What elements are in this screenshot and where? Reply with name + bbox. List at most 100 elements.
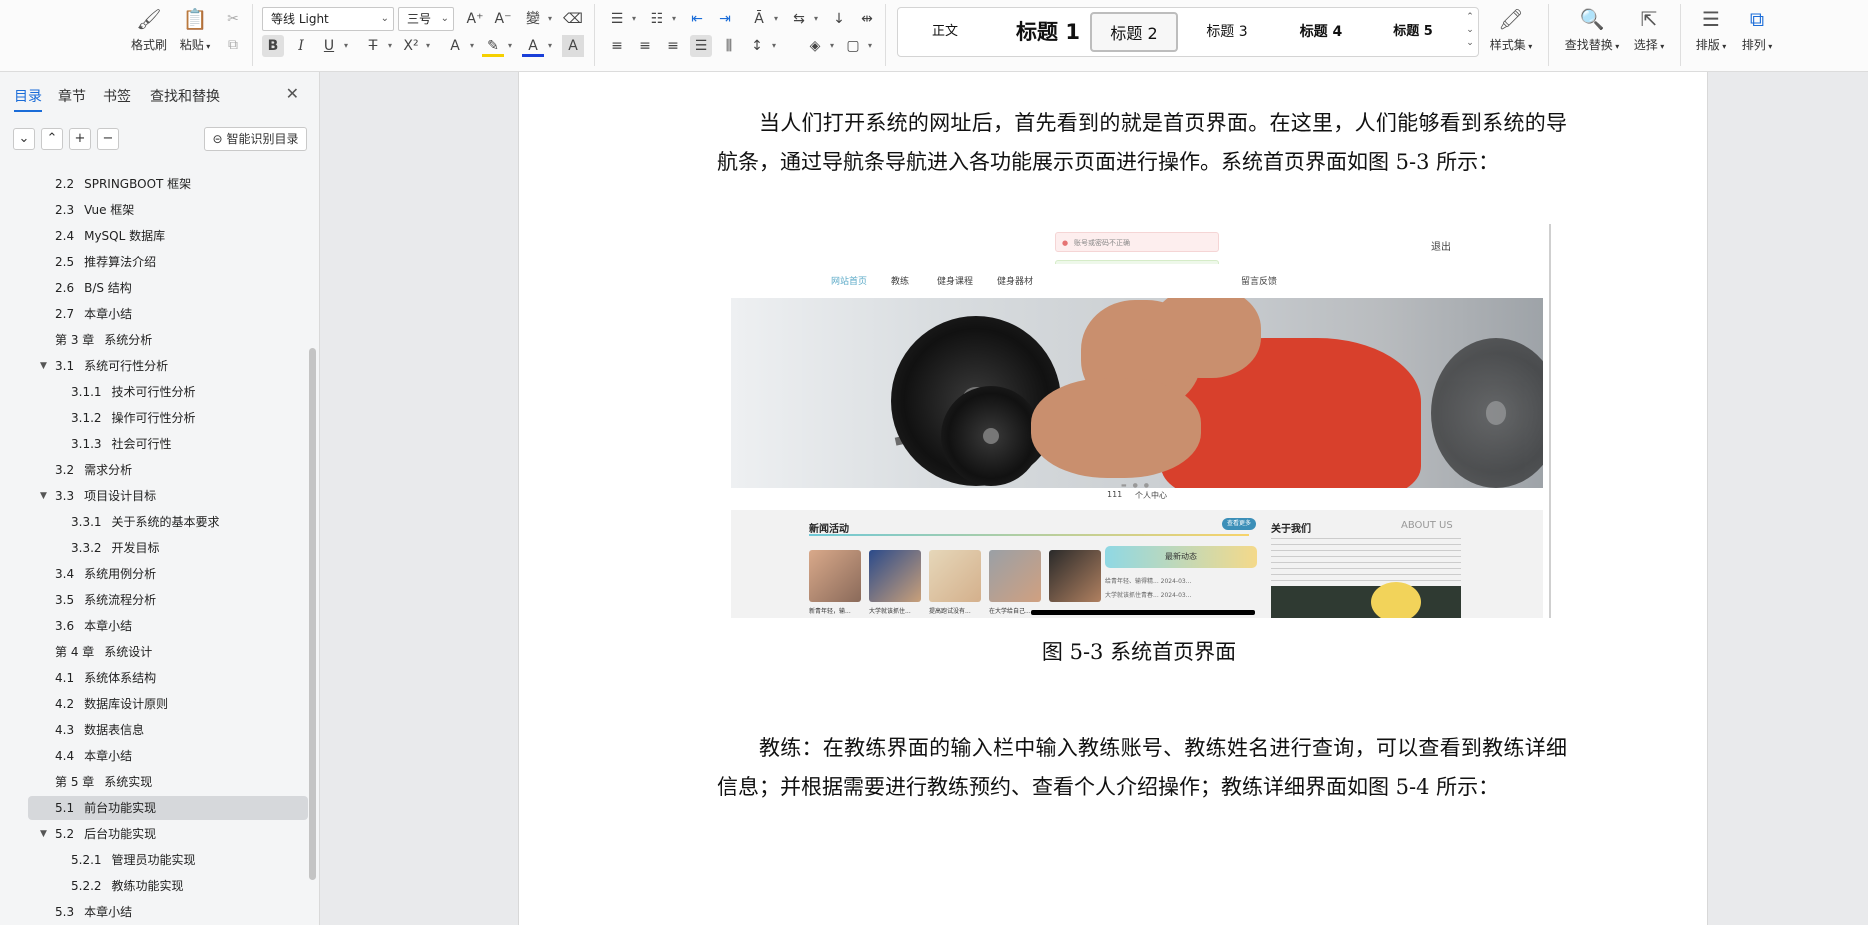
toc-item[interactable]: 3.1.1 技术可行性分析 [71,380,196,404]
line-spacing-icon[interactable]: ↕ [746,35,776,57]
cut-icon[interactable]: ✂ [222,8,244,30]
toc-item-number: 4.1 [55,671,75,685]
italic-icon[interactable]: I [290,35,312,57]
toc-item[interactable]: 5.2 后台功能实现 [55,822,156,846]
border-icon[interactable]: ▢ [842,35,872,57]
toc-item-number: 5.1 [55,801,75,815]
toc-item[interactable]: 3.1.2 操作可行性分析 [71,406,196,430]
expand-up-icon[interactable]: ⌃ [41,128,63,150]
toc-item[interactable]: 2.2 SPRINGBOOT 框架 [55,172,191,196]
bullet-list-icon[interactable]: ☰ [606,8,636,30]
underline-icon[interactable]: U [318,35,348,57]
align-left-icon[interactable]: ≡ [606,35,628,57]
text-effect-icon[interactable]: A [444,35,474,57]
collapse-all-icon[interactable]: ⌄ [13,128,35,150]
toc-item[interactable]: 3.5 系统流程分析 [55,588,156,612]
toc-item[interactable]: 2.3 Vue 框架 [55,198,134,222]
toc-item[interactable]: 3.3 项目设计目标 [55,484,156,508]
font-name-select[interactable]: 等线 Light ⌄ [262,7,394,31]
toc-item[interactable]: 第 5 章系统实现 [55,770,152,794]
sidepanel-scrollbar[interactable] [309,348,316,880]
ribbon-divider [1680,4,1681,66]
phonetic-guide-icon[interactable]: 變 [522,8,552,30]
select-button[interactable]: ⇱ 选择 ▾ [1624,6,1674,53]
toc-item[interactable]: 3.4 系统用例分析 [55,562,156,586]
style-heading-1[interactable]: 标题 1 [998,12,1098,52]
tab-find-replace[interactable]: 查找和替换 [150,86,220,106]
font-size-select[interactable]: 三号 ⌄ [398,7,454,31]
toc-item[interactable]: 2.7 本章小结 [55,302,132,326]
toc-item[interactable]: 3.1 系统可行性分析 [55,354,168,378]
find-replace-button[interactable]: 🔍 查找替换 ▾ [1562,6,1622,53]
add-heading-icon[interactable]: + [69,128,91,150]
toc-item-label: Vue 框架 [84,203,135,217]
style-heading-2[interactable]: 标题 2 [1090,12,1178,52]
char-shading-icon[interactable]: A [562,35,584,57]
expand-caret-icon[interactable]: ▼ [40,829,47,839]
font-color-icon[interactable]: A [522,35,552,57]
layout-button[interactable]: ☰ 排版 ▾ [1686,6,1736,53]
toc-item[interactable]: 4.1 系统体系结构 [55,666,156,690]
toc-item[interactable]: 3.3.2 开发目标 [71,536,160,560]
shrink-font-icon[interactable]: A⁻ [492,8,514,30]
align-center-icon[interactable]: ≡ [634,35,656,57]
format-painter-button[interactable]: 🖌 格式刷 [124,6,174,53]
document-page[interactable]: 当人们打开系统的网址后，首先看到的就是首页界面。在这里，人们能够看到系统的导航条… [518,72,1708,925]
expand-caret-icon[interactable]: ▼ [40,361,47,371]
shading-icon[interactable]: ◈ [804,35,834,57]
show-marks-icon[interactable]: ⇹ [856,8,878,30]
style-normal[interactable]: 正文 [904,12,986,52]
grow-font-icon[interactable]: A⁺ [464,8,486,30]
tab-chapters[interactable]: 章节 [58,86,86,106]
layout-icon: ☰ [1702,7,1720,31]
homepage-screenshot-figure[interactable]: 账号或密码不正确 登录成功 退出 网站首页 教练 健身课程 健身器材 留言反馈 … [731,224,1551,618]
toc-item[interactable]: 3.1.3 社会可行性 [71,432,172,456]
increase-indent-icon[interactable]: ⇥ [714,8,736,30]
decrease-indent-icon[interactable]: ⇤ [686,8,708,30]
toc-item[interactable]: 5.2.1 管理员功能实现 [71,848,196,872]
tab-toc[interactable]: 目录 [14,86,42,112]
toc-item[interactable]: 5.2.2 教练功能实现 [71,874,184,898]
strikethrough-icon[interactable]: T [362,35,392,57]
toc-item[interactable]: 5.3 本章小结 [55,900,132,924]
toc-item[interactable]: 3.6 本章小结 [55,614,132,638]
toc-item[interactable]: 4.2 数据库设计原则 [55,692,168,716]
style-heading-5[interactable]: 标题 5 [1368,12,1458,52]
clear-format-icon[interactable]: ⌫ [562,8,584,30]
arrange-button[interactable]: ⧉ 排列 ▾ [1732,6,1782,53]
expand-caret-icon[interactable]: ▼ [40,491,47,501]
toc-item[interactable]: 3.3.1 关于系统的基本要求 [71,510,220,534]
text-direction-icon[interactable]: Ā [748,8,778,30]
close-icon[interactable]: ✕ [286,84,299,103]
toc-item[interactable]: 4.3 数据表信息 [55,718,144,742]
superscript-icon[interactable]: X² [400,35,430,57]
justify-icon[interactable]: ☰ [690,35,712,57]
toc-item[interactable]: 2.4 MySQL 数据库 [55,224,165,248]
sort-icon[interactable]: ↓ [828,8,850,30]
toc-item[interactable]: 2.5 推荐算法介绍 [55,250,156,274]
remove-heading-icon[interactable]: − [97,128,119,150]
styles-scroll-arrows[interactable]: ⌃ ⌄ ⌄ [1464,11,1476,50]
distribute-icon[interactable]: ⫼ [718,35,740,57]
toc-item[interactable]: 第 3 章系统分析 [55,328,152,352]
toc-item[interactable]: 3.2 需求分析 [55,458,132,482]
style-heading-3[interactable]: 标题 3 [1182,12,1272,52]
toc-item[interactable]: 5.1 前台功能实现 [28,796,308,820]
tab-bookmarks[interactable]: 书签 [103,86,131,106]
paste-button[interactable]: 📋 粘贴 ▾ [170,6,220,53]
body-paragraph[interactable]: 教练：在教练界面的输入栏中输入教练账号、教练姓名进行查询，可以查看到教练详细信息… [717,729,1567,807]
copy-icon[interactable]: ⧉ [222,34,244,56]
align-right-icon[interactable]: ≡ [662,35,684,57]
styles-gallery: 正文 标题 1 标题 2 标题 3 标题 4 标题 5 ⌃ ⌄ ⌄ [897,7,1479,57]
styles-set-button[interactable]: 🖍 样式集 ▾ [1486,6,1536,53]
highlight-icon[interactable]: ✎ [482,35,512,57]
smart-toc-button[interactable]: ⊝ 智能识别目录 [204,127,307,151]
style-heading-4[interactable]: 标题 4 [1276,12,1366,52]
numbered-list-icon[interactable]: ☷ [646,8,676,30]
line-break-icon[interactable]: ⇆ [788,8,818,30]
bold-icon[interactable]: B [262,35,284,57]
toc-item[interactable]: 4.4 本章小结 [55,744,132,768]
toc-item[interactable]: 第 4 章系统设计 [55,640,152,664]
toc-item[interactable]: 2.6 B/S 结构 [55,276,132,300]
body-paragraph[interactable]: 当人们打开系统的网址后，首先看到的就是首页界面。在这里，人们能够看到系统的导航条… [717,104,1567,182]
